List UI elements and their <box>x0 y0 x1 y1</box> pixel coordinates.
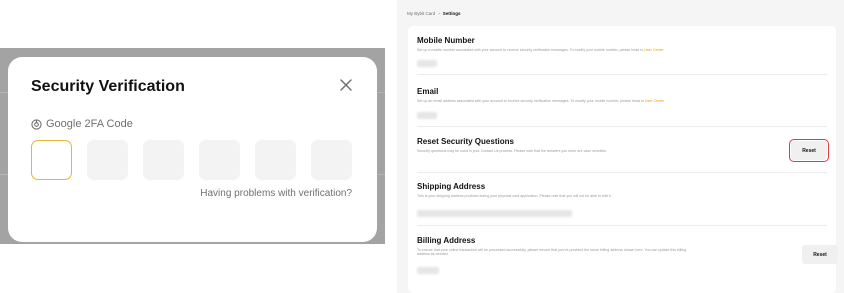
code-digit-input[interactable] <box>143 140 184 180</box>
right-screenshot-pane: My Bybit Card › Settings Mobile Number S… <box>397 0 844 293</box>
section-divider <box>417 74 827 75</box>
settings-card: Mobile Number Set up a mobile number ass… <box>408 26 838 293</box>
section-divider <box>417 126 827 127</box>
section-description: To ensure that your online transaction w… <box>417 248 686 256</box>
section-description-line: To ensure that your online transaction w… <box>417 248 687 252</box>
breadcrumb: My Bybit Card › Settings <box>407 11 461 16</box>
code-digit-input[interactable] <box>31 140 72 180</box>
section-description-text: Set up an email address associated with … <box>417 99 644 103</box>
redacted-address <box>417 210 572 217</box>
section-description: This is your shipping address provided d… <box>417 194 612 198</box>
close-icon <box>340 79 352 91</box>
section-description: Security questions may be used in your C… <box>417 149 608 153</box>
breadcrumb-parent[interactable]: My Bybit Card <box>407 11 435 16</box>
redacted-value <box>417 60 437 67</box>
section-description-text: Set up a mobile number associated with y… <box>417 48 644 52</box>
section-description-line: address as needed. <box>417 252 449 256</box>
section-title: Reset Security Questions <box>417 137 514 146</box>
security-verification-modal: Security Verification Google 2FA Code Ha… <box>8 57 377 242</box>
code-digit-input[interactable] <box>199 140 240 180</box>
user-center-link[interactable]: User Center <box>645 99 664 103</box>
security-questions-section: Reset Security Questions Security questi… <box>417 137 827 172</box>
code-digit-input[interactable] <box>87 140 128 180</box>
mobile-number-section: Mobile Number Set up a mobile number ass… <box>417 36 827 76</box>
left-screenshot-pane: Security Verification Google 2FA Code Ha… <box>0 0 385 293</box>
code-digit-input[interactable] <box>311 140 352 180</box>
verification-method-label: Google 2FA Code <box>46 118 133 130</box>
section-divider <box>417 225 827 226</box>
section-title: Shipping Address <box>417 182 486 191</box>
email-section: Email Set up an email address associated… <box>417 87 827 127</box>
section-divider <box>417 172 827 173</box>
section-description: Set up an email address associated with … <box>417 99 664 103</box>
redacted-value <box>417 112 437 119</box>
close-button[interactable] <box>337 76 355 94</box>
section-title: Email <box>417 87 439 96</box>
user-center-link[interactable]: User Center <box>644 48 663 52</box>
code-digit-input[interactable] <box>255 140 296 180</box>
section-description: Set up a mobile number associated with y… <box>417 48 664 52</box>
verification-help-link[interactable]: Having problems with verification? <box>200 188 352 199</box>
breadcrumb-current: Settings <box>442 11 461 16</box>
breadcrumb-separator: › <box>438 11 440 16</box>
reset-billing-address-button[interactable]: Reset <box>802 245 838 264</box>
section-title: Mobile Number <box>417 36 475 45</box>
redacted-address <box>417 267 439 274</box>
verification-method: Google 2FA Code <box>31 118 133 130</box>
reset-security-questions-button[interactable]: Reset <box>789 139 829 162</box>
google-authenticator-icon <box>31 118 42 130</box>
modal-title: Security Verification <box>31 78 185 95</box>
section-title: Billing Address <box>417 236 476 245</box>
shipping-address-section: Shipping Address This is your shipping a… <box>417 182 827 224</box>
billing-address-section: Billing Address To ensure that your onli… <box>417 236 827 286</box>
